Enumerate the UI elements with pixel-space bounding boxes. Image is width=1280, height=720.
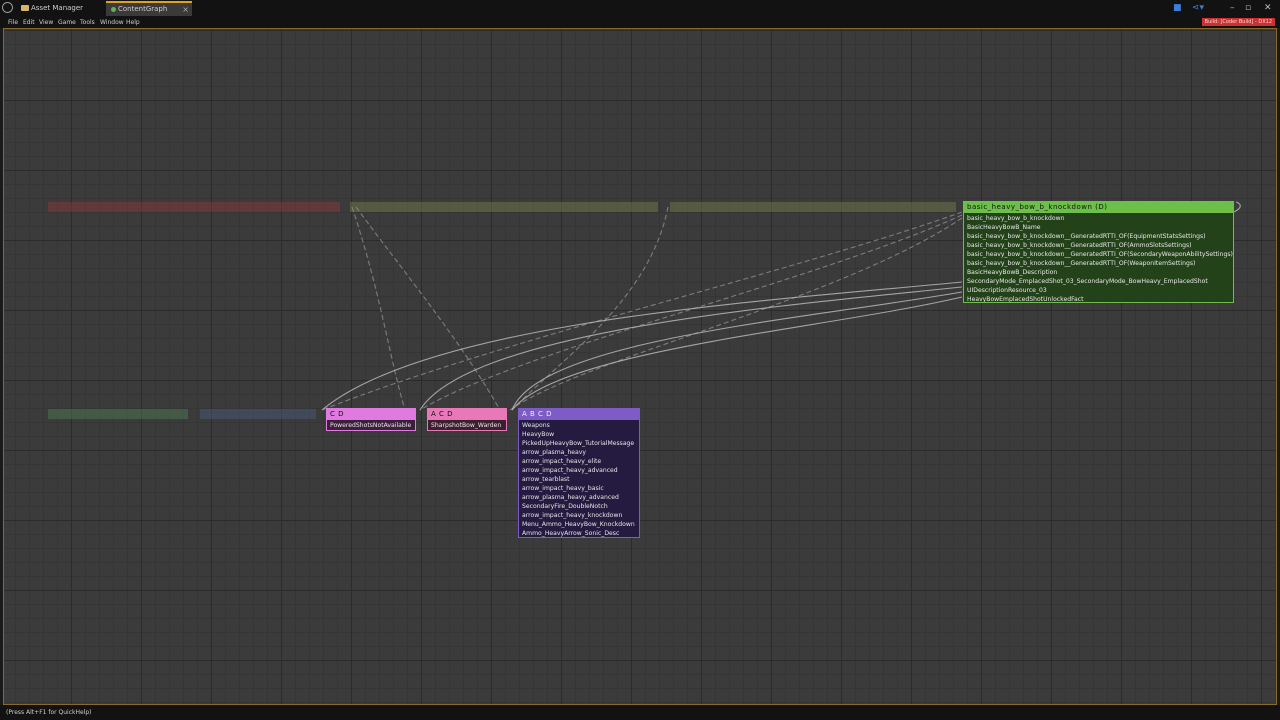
node-item[interactable]: UIDescriptionResource_03 (966, 286, 1231, 295)
node-acd[interactable]: A C D SharpshotBow_Warden (427, 408, 507, 431)
menu-edit[interactable]: Edit (23, 17, 35, 28)
menu-help[interactable]: Help (126, 17, 140, 28)
menu-view[interactable]: View (39, 17, 53, 28)
node-item[interactable]: basic_heavy_bow_b_knockdown__GeneratedRT… (966, 232, 1231, 241)
node-item[interactable]: PickedUpHeavyBow_TutorialMessage (521, 439, 637, 448)
node-item[interactable]: basic_heavy_bow_b_knockdown__GeneratedRT… (966, 259, 1231, 268)
status-text: (Press Alt+F1 for QuickHelp) (6, 709, 92, 716)
tab-label: Asset Manager (31, 4, 84, 12)
menu-tools[interactable]: Tools (80, 17, 95, 28)
title-bar: Asset Manager ContentGraph × ■ ⋖▾ – ▫ ✕ (0, 0, 1280, 17)
tab-asset-manager[interactable]: Asset Manager (16, 1, 104, 16)
graph-canvas[interactable] (3, 28, 1277, 705)
node-item[interactable]: basic_heavy_bow_b_knockdown__GeneratedRT… (966, 250, 1233, 259)
status-bar: (Press Alt+F1 for QuickHelp) (0, 705, 1280, 720)
minimize-icon[interactable]: – (1230, 3, 1235, 13)
node-title: A B C D (519, 409, 639, 420)
faded-node (670, 202, 956, 212)
faded-node (48, 202, 340, 212)
tab-content-graph[interactable]: ContentGraph × (106, 1, 192, 16)
node-item[interactable]: SecondaryMode_EmplacedShot_03_SecondaryM… (966, 277, 1231, 286)
node-item[interactable]: arrow_impact_heavy_advanced (521, 466, 637, 475)
node-item[interactable]: basic_heavy_bow_b_knockdown (966, 214, 1231, 223)
close-window-icon[interactable]: ✕ (1264, 3, 1272, 13)
node-items: Weapons HeavyBow PickedUpHeavyBow_Tutorial… (519, 420, 639, 537)
faded-node (48, 409, 188, 419)
node-item[interactable]: arrow_plasma_heavy (521, 448, 637, 457)
node-item[interactable]: Ammo_HeavyArrow_Sonic_Desc (521, 529, 637, 537)
menu-file[interactable]: File (8, 17, 18, 28)
node-item[interactable]: basic_heavy_bow_b_knockdown__GeneratedRT… (966, 241, 1231, 250)
graph-icon (111, 7, 116, 12)
menu-window[interactable]: Window (100, 17, 124, 28)
node-item[interactable]: arrow_impact_heavy_knockdown (521, 511, 637, 520)
node-item[interactable]: BasicHeavyBowB_Description (966, 268, 1231, 277)
node-basic-heavy-bow-knockdown[interactable]: basic_heavy_bow_b_knockdown (D) basic_he… (963, 201, 1234, 303)
node-title: C D (327, 409, 415, 420)
node-title: A C D (428, 409, 506, 420)
node-cd[interactable]: C D PoweredShotsNotAvailable (326, 408, 416, 431)
node-item[interactable]: PoweredShotsNotAvailable (329, 421, 413, 430)
node-item[interactable]: arrow_plasma_heavy_advanced (521, 493, 637, 502)
node-item[interactable]: SharpshotBow_Warden (430, 421, 504, 430)
menu-game[interactable]: Game (58, 17, 76, 28)
maximize-icon[interactable]: ▫ (1245, 3, 1251, 13)
node-abcd[interactable]: A B C D Weapons HeavyBow PickedUpHeavyBow_… (518, 408, 640, 538)
node-item[interactable]: arrow_impact_heavy_basic (521, 484, 637, 493)
faded-node (200, 409, 316, 419)
tab-label: ContentGraph (118, 5, 168, 13)
node-item[interactable]: Weapons (521, 421, 637, 430)
faded-node (350, 202, 658, 212)
node-item[interactable]: arrow_tearblast (521, 475, 637, 484)
node-item[interactable]: HeavyBow (521, 430, 637, 439)
node-item[interactable]: BasicHeavyBowB_Name (966, 223, 1231, 232)
node-items: basic_heavy_bow_b_knockdown BasicHeavyBow… (964, 213, 1233, 302)
node-items: PoweredShotsNotAvailable (327, 420, 415, 430)
build-badge: Build: [Coder Build] - DX12 (1201, 18, 1275, 26)
close-tab-icon[interactable]: × (182, 3, 189, 16)
chat-icon[interactable]: ■ (1173, 3, 1182, 13)
menu-bar: File Edit View Game Tools Window Help Bu… (0, 17, 1280, 28)
share-icon[interactable]: ⋖▾ (1192, 3, 1204, 13)
node-items: SharpshotBow_Warden (428, 420, 506, 430)
node-item[interactable]: Menu_Ammo_HeavyBow_Knockdown (521, 520, 637, 529)
node-title: basic_heavy_bow_b_knockdown (D) (964, 202, 1233, 213)
folder-icon (21, 5, 29, 11)
node-item[interactable]: arrow_impact_heavy_elite (521, 457, 637, 466)
app-logo-icon (2, 2, 13, 13)
node-item[interactable]: SecondaryFire_DoubleNotch (521, 502, 637, 511)
node-item[interactable]: HeavyBowEmplacedShotUnlockedFact (966, 295, 1231, 302)
